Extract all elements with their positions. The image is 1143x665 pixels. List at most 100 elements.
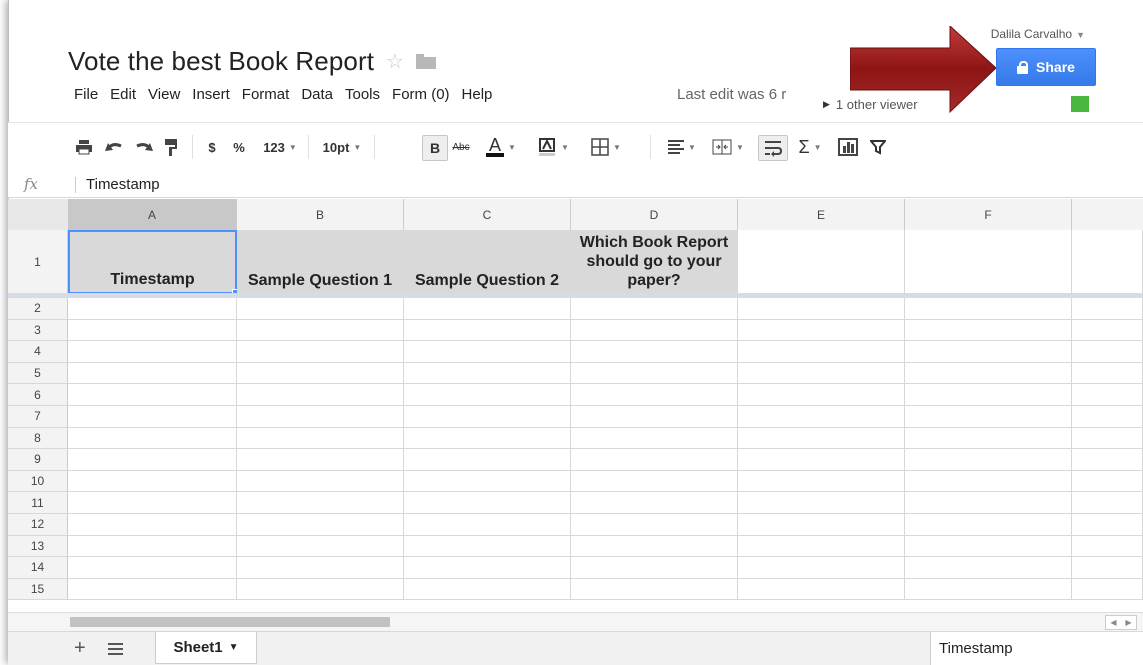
cell-e5[interactable]: [738, 362, 905, 385]
row-header-13[interactable]: 13: [8, 535, 68, 558]
cell-a2[interactable]: [68, 298, 237, 320]
cell-d10[interactable]: [571, 470, 738, 493]
cell-e4[interactable]: [738, 341, 905, 363]
menu-format[interactable]: Format: [236, 86, 296, 103]
cell-f7[interactable]: [905, 406, 1072, 428]
document-title[interactable]: Vote the best Book Report: [68, 46, 374, 77]
cell-b3[interactable]: [237, 319, 404, 342]
cell-b7[interactable]: [237, 406, 404, 428]
cell-f4[interactable]: [905, 341, 1072, 363]
cell-e13[interactable]: [738, 535, 905, 558]
column-header-e[interactable]: E: [738, 199, 905, 230]
cell-g1[interactable]: [1072, 230, 1143, 294]
cell-e8[interactable]: [738, 427, 905, 450]
cell-g12[interactable]: [1072, 514, 1143, 536]
insert-chart-button[interactable]: [834, 135, 862, 159]
cell-e12[interactable]: [738, 514, 905, 536]
cell-g9[interactable]: [1072, 449, 1143, 471]
cell-g10[interactable]: [1072, 470, 1143, 493]
cell-e15[interactable]: [738, 578, 905, 601]
cell-g8[interactable]: [1072, 427, 1143, 450]
cell-b13[interactable]: [237, 535, 404, 558]
cell-b4[interactable]: [237, 341, 404, 363]
cell-b1[interactable]: Sample Question 1: [237, 230, 404, 294]
cell-f1[interactable]: [905, 230, 1072, 294]
cell-f2[interactable]: [905, 298, 1072, 320]
cell-b15[interactable]: [237, 578, 404, 601]
cell-g4[interactable]: [1072, 341, 1143, 363]
cell-f11[interactable]: [905, 492, 1072, 514]
column-header-b[interactable]: B: [237, 199, 404, 230]
cell-c15[interactable]: [404, 578, 571, 601]
cell-f9[interactable]: [905, 449, 1072, 471]
cell-b9[interactable]: [237, 449, 404, 471]
menu-tools[interactable]: Tools: [339, 86, 386, 103]
menu-view[interactable]: View: [142, 86, 186, 103]
cell-c2[interactable]: [404, 298, 571, 320]
cell-f12[interactable]: [905, 514, 1072, 536]
percent-button[interactable]: %: [230, 135, 248, 159]
row-header-12[interactable]: 12: [8, 514, 68, 536]
cell-g14[interactable]: [1072, 557, 1143, 579]
cell-b6[interactable]: [237, 384, 404, 406]
cell-b10[interactable]: [237, 470, 404, 493]
cell-f15[interactable]: [905, 578, 1072, 601]
wrap-text-button[interactable]: [758, 135, 788, 161]
cell-d3[interactable]: [571, 319, 738, 342]
cell-c14[interactable]: [404, 557, 571, 579]
menu-edit[interactable]: Edit: [104, 86, 142, 103]
row-header-6[interactable]: 6: [8, 384, 68, 406]
strikethrough-button[interactable]: Abc: [448, 135, 474, 159]
cell-c1[interactable]: Sample Question 2: [404, 230, 571, 294]
cell-f13[interactable]: [905, 535, 1072, 558]
cell-a3[interactable]: [68, 319, 237, 342]
row-header-1[interactable]: 1: [8, 230, 68, 294]
cell-c12[interactable]: [404, 514, 571, 536]
cell-e9[interactable]: [738, 449, 905, 471]
cell-d14[interactable]: [571, 557, 738, 579]
column-header-c[interactable]: C: [404, 199, 571, 230]
undo-icon[interactable]: [104, 135, 126, 159]
row-header-8[interactable]: 8: [8, 427, 68, 450]
font-size-dropdown[interactable]: 10pt ▼: [314, 135, 370, 159]
account-menu[interactable]: Dalila Carvalho ▼: [991, 27, 1085, 41]
cell-g6[interactable]: [1072, 384, 1143, 406]
borders-dropdown[interactable]: ▼: [584, 135, 628, 159]
paint-format-icon[interactable]: [162, 135, 180, 159]
cell-g7[interactable]: [1072, 406, 1143, 428]
cell-f5[interactable]: [905, 362, 1072, 385]
add-sheet-icon[interactable]: +: [74, 637, 86, 660]
cell-d11[interactable]: [571, 492, 738, 514]
currency-button[interactable]: $: [204, 135, 220, 159]
cell-c8[interactable]: [404, 427, 571, 450]
cell-a13[interactable]: [68, 535, 237, 558]
filter-button[interactable]: [866, 135, 890, 159]
cell-c10[interactable]: [404, 470, 571, 493]
menu-form[interactable]: Form (0): [386, 86, 456, 103]
share-button[interactable]: Share: [996, 48, 1096, 86]
last-edit-link[interactable]: Last edit was 6 r: [677, 86, 786, 103]
cell-a12[interactable]: [68, 514, 237, 536]
formula-input[interactable]: Timestamp: [86, 176, 160, 193]
select-all-corner[interactable]: [8, 199, 69, 230]
row-header-5[interactable]: 5: [8, 362, 68, 385]
cell-e1[interactable]: [738, 230, 905, 294]
cell-b12[interactable]: [237, 514, 404, 536]
cell-e14[interactable]: [738, 557, 905, 579]
menu-help[interactable]: Help: [456, 86, 499, 103]
scrollbar-thumb[interactable]: [70, 617, 390, 627]
cell-e6[interactable]: [738, 384, 905, 406]
cell-e10[interactable]: [738, 470, 905, 493]
cell-d2[interactable]: [571, 298, 738, 320]
cell-g2[interactable]: [1072, 298, 1143, 320]
cell-f6[interactable]: [905, 384, 1072, 406]
cell-a7[interactable]: [68, 406, 237, 428]
row-header-10[interactable]: 10: [8, 470, 68, 493]
cell-c5[interactable]: [404, 362, 571, 385]
cell-a9[interactable]: [68, 449, 237, 471]
cell-c13[interactable]: [404, 535, 571, 558]
cell-g3[interactable]: [1072, 319, 1143, 342]
number-format-dropdown[interactable]: 123 ▼: [254, 135, 306, 159]
column-header-f[interactable]: F: [905, 199, 1072, 230]
cell-f3[interactable]: [905, 319, 1072, 342]
